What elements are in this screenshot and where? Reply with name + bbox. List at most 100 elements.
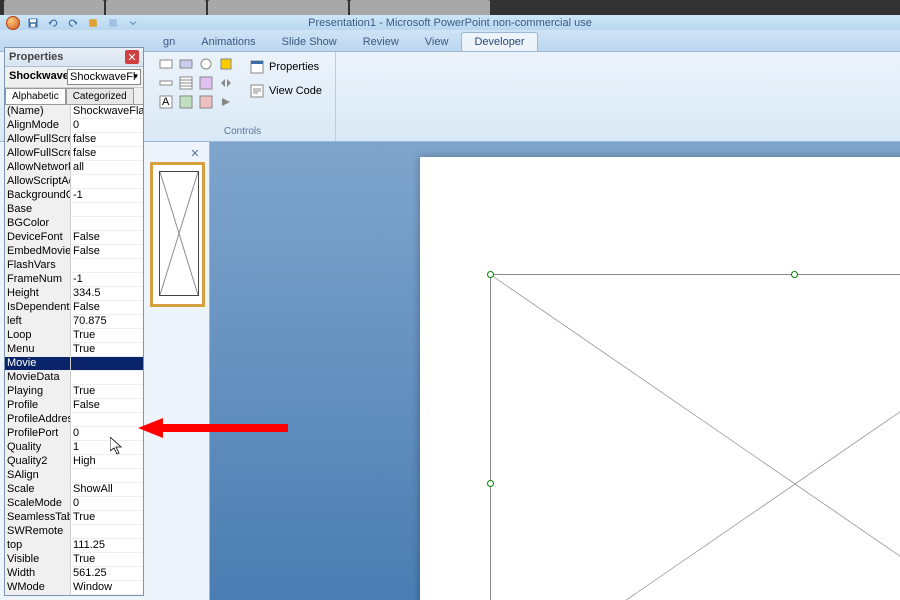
property-value[interactable] xyxy=(71,469,143,483)
property-value[interactable]: 0 xyxy=(71,119,143,133)
property-value[interactable] xyxy=(71,357,143,371)
browser-tab[interactable] xyxy=(208,0,348,15)
property-row[interactable]: IsDependentFalse xyxy=(5,301,143,315)
property-row[interactable]: SAlign xyxy=(5,469,143,483)
property-row[interactable]: FlashVars xyxy=(5,259,143,273)
property-row[interactable]: AllowFullScreenfalse xyxy=(5,147,143,161)
office-button[interactable] xyxy=(6,16,20,30)
property-value[interactable] xyxy=(71,175,143,189)
property-row[interactable]: FrameNum-1 xyxy=(5,273,143,287)
property-row[interactable]: EmbedMovieFalse xyxy=(5,245,143,259)
property-value[interactable]: False xyxy=(71,245,143,259)
property-row[interactable]: (Name)ShockwaveFla xyxy=(5,105,143,119)
qat-icon[interactable] xyxy=(106,16,120,30)
object-type-dropdown[interactable]: ShockwaveFl xyxy=(67,69,141,85)
property-row[interactable]: ProfilePort0 xyxy=(5,427,143,441)
ribbon-tab-view[interactable]: View xyxy=(412,32,462,51)
browser-tab[interactable] xyxy=(4,0,104,15)
property-value[interactable] xyxy=(71,217,143,231)
property-row[interactable]: PlayingTrue xyxy=(5,385,143,399)
property-value[interactable]: False xyxy=(71,301,143,315)
ribbon-tab-slideshow[interactable]: Slide Show xyxy=(269,32,350,51)
property-row[interactable]: Quality2High xyxy=(5,455,143,469)
ribbon-tab-animations[interactable]: Animations xyxy=(188,32,268,51)
property-value[interactable]: True xyxy=(71,553,143,567)
property-value[interactable]: True xyxy=(71,511,143,525)
ribbon-tab-review[interactable]: Review xyxy=(350,32,412,51)
undo-icon[interactable] xyxy=(46,16,60,30)
property-value[interactable]: Window xyxy=(71,581,143,595)
property-value[interactable] xyxy=(71,203,143,217)
property-row[interactable]: SeamlessTabbinTrue xyxy=(5,511,143,525)
property-value[interactable]: False xyxy=(71,231,143,245)
property-value[interactable] xyxy=(71,371,143,385)
control-icon[interactable] xyxy=(178,75,194,91)
property-row[interactable]: Quality1 xyxy=(5,441,143,455)
property-row[interactable]: AlignMode0 xyxy=(5,119,143,133)
property-row[interactable]: LoopTrue xyxy=(5,329,143,343)
redo-icon[interactable] xyxy=(66,16,80,30)
property-value[interactable]: 334.5 xyxy=(71,287,143,301)
property-row[interactable]: MovieData xyxy=(5,371,143,385)
view-code-button[interactable]: View Code xyxy=(244,80,327,102)
property-row[interactable]: Base xyxy=(5,203,143,217)
property-value[interactable]: 111.25 xyxy=(71,539,143,553)
property-row[interactable]: ScaleMode0 xyxy=(5,497,143,511)
property-row[interactable]: ScaleShowAll xyxy=(5,483,143,497)
control-icon[interactable] xyxy=(218,56,234,72)
slide-canvas[interactable] xyxy=(210,142,900,600)
property-value[interactable]: false xyxy=(71,147,143,161)
property-row[interactable]: ProfileFalse xyxy=(5,399,143,413)
property-row[interactable]: BackgroundColo-1 xyxy=(5,189,143,203)
property-row[interactable]: SWRemote xyxy=(5,525,143,539)
property-row[interactable]: top111.25 xyxy=(5,539,143,553)
flash-placeholder[interactable] xyxy=(490,274,900,600)
browser-tab[interactable] xyxy=(106,0,206,15)
property-row[interactable]: DeviceFontFalse xyxy=(5,231,143,245)
control-icon[interactable] xyxy=(158,56,174,72)
property-value[interactable]: False xyxy=(71,399,143,413)
property-value[interactable]: 70.875 xyxy=(71,315,143,329)
close-icon[interactable]: ✕ xyxy=(125,50,139,64)
resize-handle[interactable] xyxy=(487,271,494,278)
qat-dropdown-icon[interactable] xyxy=(126,16,140,30)
property-value[interactable]: all xyxy=(71,161,143,175)
property-row[interactable]: Height334.5 xyxy=(5,287,143,301)
properties-button[interactable]: Properties xyxy=(244,56,327,78)
qat-icon[interactable] xyxy=(86,16,100,30)
close-icon[interactable]: ✕ xyxy=(187,145,203,161)
slide-thumbnail[interactable] xyxy=(150,162,205,307)
tab-alphabetic[interactable]: Alphabetic xyxy=(5,88,66,104)
property-row[interactable]: ProfileAddress xyxy=(5,413,143,427)
control-icon[interactable] xyxy=(198,75,214,91)
browser-tab[interactable] xyxy=(350,0,490,15)
property-value[interactable]: -1 xyxy=(71,273,143,287)
properties-grid[interactable]: (Name)ShockwaveFlaAlignMode0AllowFullScr… xyxy=(5,104,143,595)
property-row[interactable]: Width561.25 xyxy=(5,567,143,581)
property-row[interactable]: AllowFullScreenfalse xyxy=(5,133,143,147)
control-icon[interactable]: A xyxy=(158,94,174,110)
property-row[interactable]: BGColor xyxy=(5,217,143,231)
ribbon-tab-developer[interactable]: Developer xyxy=(461,32,537,51)
property-row[interactable]: WModeWindow xyxy=(5,581,143,595)
property-row[interactable]: AllowNetworkinall xyxy=(5,161,143,175)
control-icon[interactable] xyxy=(218,75,234,91)
resize-handle[interactable] xyxy=(487,480,494,487)
control-icon[interactable] xyxy=(198,56,214,72)
property-value[interactable]: True xyxy=(71,385,143,399)
property-value[interactable]: High xyxy=(71,455,143,469)
property-value[interactable] xyxy=(71,413,143,427)
property-value[interactable]: 0 xyxy=(71,497,143,511)
property-row[interactable]: VisibleTrue xyxy=(5,553,143,567)
control-icon[interactable] xyxy=(218,94,234,110)
control-icon[interactable] xyxy=(198,94,214,110)
property-value[interactable]: ShowAll xyxy=(71,483,143,497)
properties-object-selector[interactable]: ShockwaveF ShockwaveFl xyxy=(5,67,143,88)
property-value[interactable] xyxy=(71,525,143,539)
property-value[interactable]: True xyxy=(71,343,143,357)
property-value[interactable]: 561.25 xyxy=(71,567,143,581)
control-icon[interactable] xyxy=(178,56,194,72)
resize-handle[interactable] xyxy=(791,271,798,278)
property-row[interactable]: left70.875 xyxy=(5,315,143,329)
property-row[interactable]: MenuTrue xyxy=(5,343,143,357)
